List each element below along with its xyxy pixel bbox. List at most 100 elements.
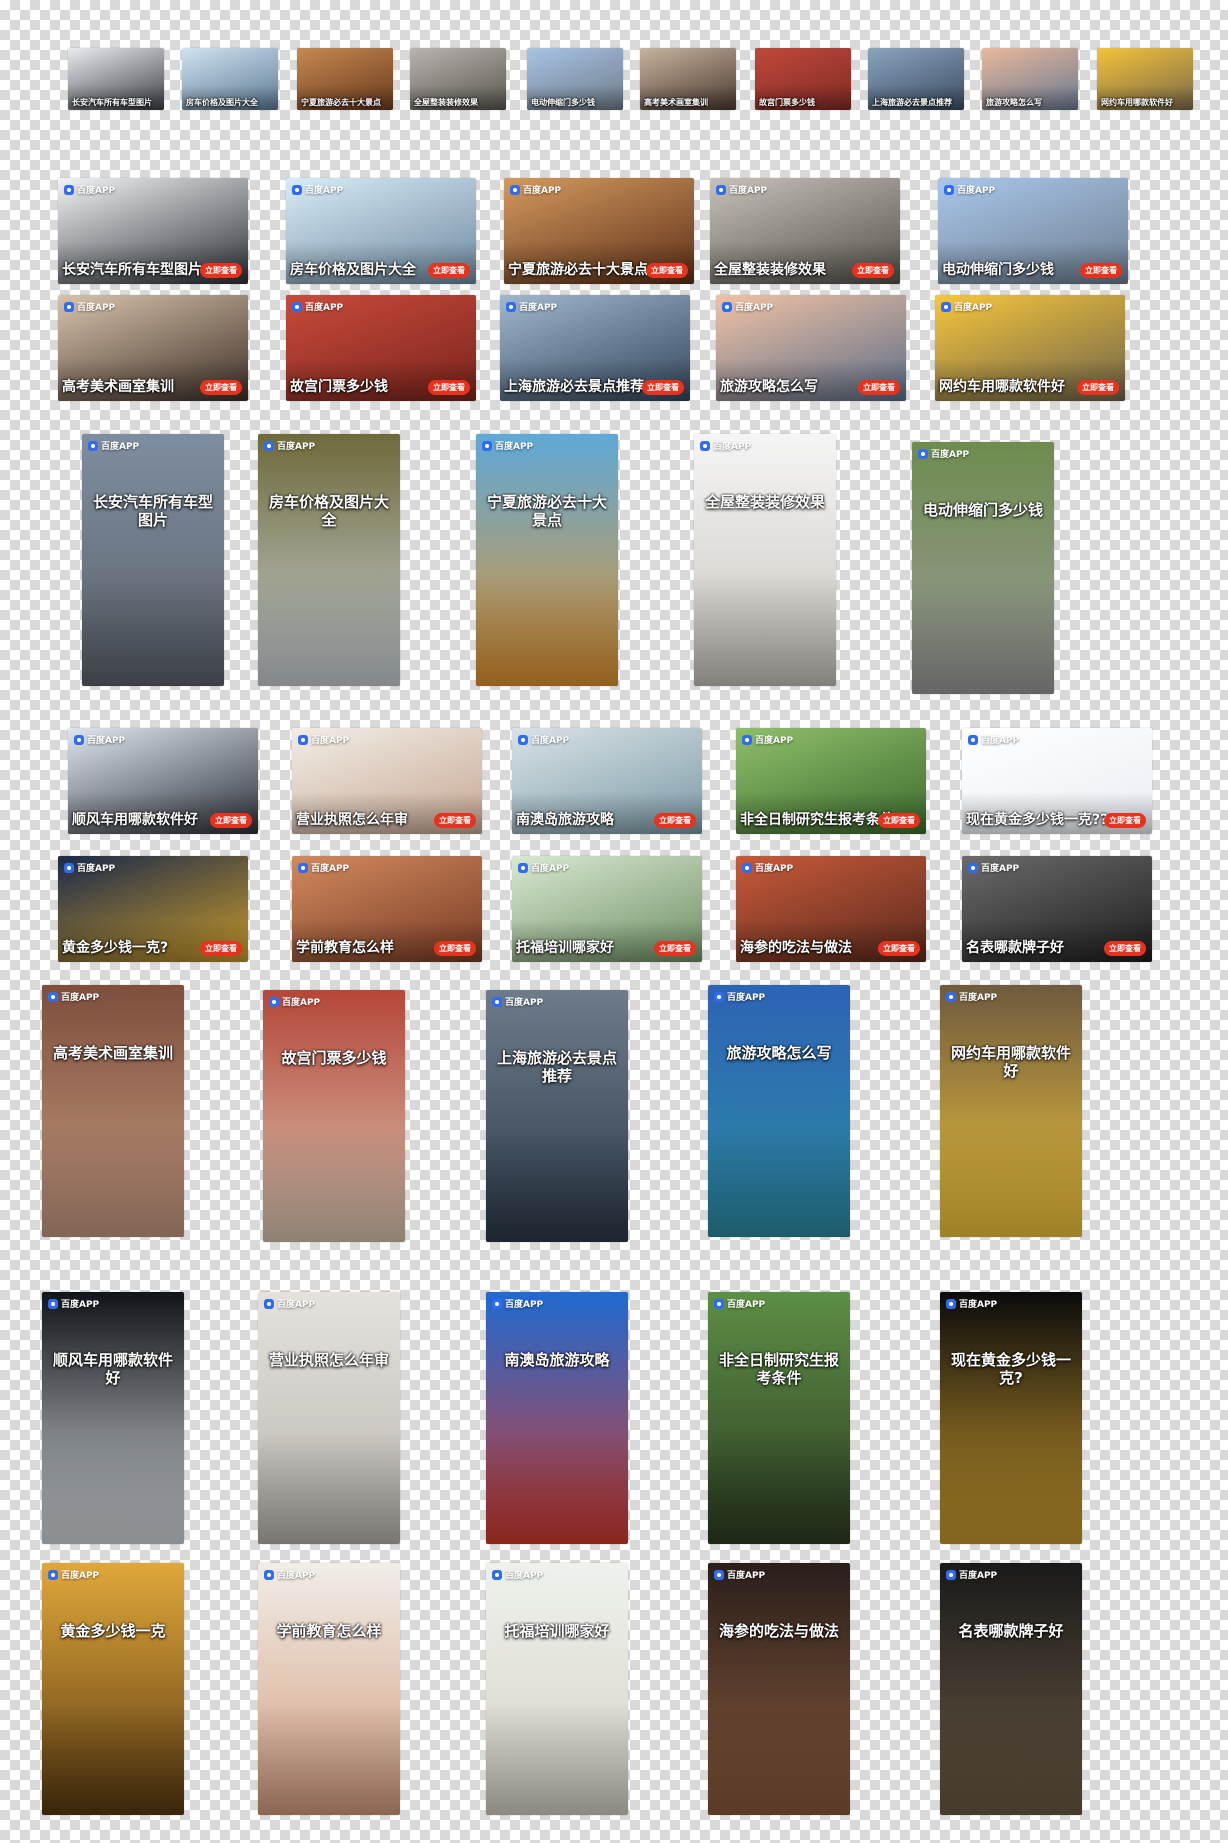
baidu-paw-icon (968, 862, 978, 873)
brand-label: 百度APP (61, 1300, 100, 1310)
baidu-app-badge: 百度APP (298, 733, 349, 746)
ad-thumbnail[interactable]: 百度APP非全日制研究生报考条件立即查看 (708, 1292, 850, 1544)
brand-label: 百度APP (713, 442, 752, 452)
ad-thumbnail[interactable]: 百度APP海参的吃法与做法立即查看 (736, 856, 926, 962)
view-now-button[interactable]: 立即查看 (200, 380, 242, 395)
ad-thumbnail[interactable]: 百度APP上海旅游必去景点推荐立即查看 (868, 48, 964, 110)
ad-headline: 高考美术画室集训 (52, 1044, 173, 1063)
brand-label: 百度APP (305, 303, 344, 313)
ad-thumbnail[interactable]: 百度APP高考美术画室集训立即查看 (640, 48, 736, 110)
baidu-app-badge: 百度APP (64, 300, 115, 313)
ad-thumbnail[interactable]: 百度APP长安汽车所有车型图片立即查看 (58, 178, 248, 284)
ad-thumbnail[interactable]: 百度APP网约车用哪款软件好立即查看 (1097, 48, 1193, 110)
ad-thumbnail[interactable]: 百度APP房车价格及图片大全立即查看 (258, 434, 400, 686)
ad-thumbnail[interactable]: 百度APP顺风车用哪款软件好立即查看 (42, 1292, 184, 1544)
ad-thumbnail[interactable]: 百度APP营业执照怎么年审立即查看 (292, 728, 482, 834)
view-now-button[interactable]: 立即查看 (428, 263, 470, 278)
ad-thumbnail[interactable]: 百度APP海参的吃法与做法立即查看 (708, 1563, 850, 1815)
view-now-button[interactable]: 立即查看 (654, 941, 696, 956)
view-now-button[interactable]: 立即查看 (654, 813, 696, 828)
photo-shade (940, 1701, 1082, 1815)
ad-thumbnail[interactable]: 百度APP故宫门票多少钱立即查看 (755, 48, 851, 110)
ad-thumbnail[interactable]: 百度APP高考美术画室集训立即查看 (58, 295, 248, 401)
ad-thumbnail[interactable]: 百度APP高考美术画室集训立即查看 (42, 985, 184, 1237)
ad-thumbnail[interactable]: 百度APP上海旅游必去景点推荐立即查看 (500, 295, 690, 401)
photo-shade (263, 1128, 405, 1242)
ad-thumbnail[interactable]: 百度APP电动伸缩门多少钱立即查看 (912, 442, 1054, 694)
view-now-button[interactable]: 立即查看 (646, 263, 688, 278)
view-now-button[interactable]: 立即查看 (1104, 813, 1146, 828)
baidu-paw-icon (506, 301, 516, 312)
ad-thumbnail[interactable]: 百度APP 黄金多少钱一克? 立即查看 (58, 856, 248, 962)
ad-headline: 营业执照怎么年审 (268, 1351, 389, 1370)
ad-thumbnail[interactable]: 百度APP顺风车用哪款软件好立即查看 (68, 728, 258, 834)
view-now-button[interactable]: 立即查看 (1077, 380, 1119, 395)
ad-thumbnail[interactable]: 百度APP 现在黄金多少钱一克?? 立即查看 (962, 728, 1152, 834)
view-now-button[interactable]: 立即查看 (200, 263, 242, 278)
ad-thumbnail[interactable]: 百度APP网约车用哪款软件好立即查看 (940, 985, 1082, 1237)
view-now-button[interactable]: 立即查看 (434, 941, 476, 956)
ad-thumbnail[interactable]: 百度APP非全日制研究生报考条件立即查看 (736, 728, 926, 834)
photo-shade (258, 1430, 400, 1544)
ad-headline: 旅游攻略怎么写 (986, 97, 1042, 107)
ad-thumbnail[interactable]: 百度APP现在黄金多少钱一克?立即查看 (940, 1292, 1082, 1544)
view-now-button[interactable]: 立即查看 (858, 380, 900, 395)
baidu-app-badge: 百度APP (298, 861, 349, 874)
ad-thumbnail[interactable]: 百度APP故宫门票多少钱立即查看 (263, 990, 405, 1242)
ad-thumbnail[interactable]: 百度APP全屋整装装修效果立即查看 (410, 48, 506, 110)
view-now-button[interactable]: 立即查看 (200, 941, 242, 956)
ad-thumbnail[interactable]: 百度APP长安汽车所有车型图片立即查看 (82, 434, 224, 686)
ad-thumbnail[interactable]: 百度APP托福培训哪家好立即查看 (486, 1563, 628, 1815)
brand-label: 百度APP (981, 736, 1020, 746)
ad-thumbnail[interactable]: 百度APP宁夏旅游必去十大景点立即查看 (476, 434, 618, 686)
ad-thumbnail[interactable]: 百度APP上海旅游必去景点推荐立即查看 (486, 990, 628, 1242)
ad-thumbnail[interactable]: 百度APP电动伸缩门多少钱立即查看 (938, 178, 1128, 284)
view-now-button[interactable]: 立即查看 (210, 813, 252, 828)
view-now-button[interactable]: 立即查看 (1104, 941, 1146, 956)
ad-thumbnail[interactable]: 百度APP全屋整装装修效果立即查看 (710, 178, 900, 284)
ad-thumbnail[interactable]: 百度APP故宫门票多少钱立即查看 (286, 295, 476, 401)
ad-thumbnail[interactable]: 百度APP宁夏旅游必去十大景点立即查看 (504, 178, 694, 284)
baidu-paw-icon (742, 734, 752, 745)
ad-thumbnail[interactable]: 百度APP旅游攻略怎么写立即查看 (716, 295, 906, 401)
ad-thumbnail[interactable]: 百度APP网约车用哪款软件好立即查看 (935, 295, 1125, 401)
baidu-paw-icon (48, 991, 58, 1002)
ad-thumbnail[interactable]: 百度APP南澳岛旅游攻略立即查看 (512, 728, 702, 834)
photo-shade (940, 1123, 1082, 1237)
ad-thumbnail[interactable]: 百度APP黄金多少钱一克立即查看 (42, 1563, 184, 1815)
ad-thumbnail[interactable]: 百度APP名表哪款牌子好立即查看 (962, 856, 1152, 962)
ad-thumbnail[interactable]: 百度APP旅游攻略怎么写立即查看 (708, 985, 850, 1237)
view-now-button[interactable]: 立即查看 (1080, 263, 1122, 278)
view-now-button[interactable]: 立即查看 (852, 263, 894, 278)
ad-thumbnail[interactable]: 百度APP电动伸缩门多少钱立即查看 (527, 48, 623, 110)
ad-headline: 故宫门票多少钱 (759, 97, 815, 107)
baidu-paw-icon (88, 440, 98, 451)
baidu-paw-icon (722, 301, 732, 312)
ad-thumbnail[interactable]: 百度APP房车价格及图片大全立即查看 (286, 178, 476, 284)
baidu-paw-icon (700, 440, 710, 451)
view-now-button[interactable]: 立即查看 (428, 380, 470, 395)
ad-thumbnail[interactable]: 百度APP南澳岛旅游攻略立即查看 (486, 1292, 628, 1544)
view-now-button[interactable]: 立即查看 (878, 813, 920, 828)
ad-thumbnail[interactable]: 百度APP名表哪款牌子好立即查看 (940, 1563, 1082, 1815)
ad-thumbnail[interactable]: 百度APP长安汽车所有车型图片立即查看 (68, 48, 164, 110)
view-now-button[interactable]: 立即查看 (434, 813, 476, 828)
baidu-app-badge: 百度APP (264, 1568, 315, 1581)
ad-thumbnail[interactable]: 百度APP营业执照怎么年审立即查看 (258, 1292, 400, 1544)
view-now-button[interactable]: 立即查看 (642, 380, 684, 395)
ad-thumbnail[interactable]: 百度APP房车价格及图片大全立即查看 (182, 48, 278, 110)
baidu-app-badge: 百度APP (48, 1568, 99, 1581)
ad-thumbnail[interactable]: 百度APP旅游攻略怎么写立即查看 (982, 48, 1078, 110)
ad-thumbnail[interactable]: 百度APP宁夏旅游必去十大景点立即查看 (297, 48, 393, 110)
ad-thumbnail[interactable]: 百度APP学前教育怎么样立即查看 (258, 1563, 400, 1815)
baidu-app-badge: 百度APP (48, 990, 99, 1003)
ad-thumbnail[interactable]: 百度APP学前教育怎么样立即查看 (292, 856, 482, 962)
baidu-app-badge: 百度APP (714, 1568, 765, 1581)
ad-thumbnail[interactable]: 百度APP托福培训哪家好立即查看 (512, 856, 702, 962)
photo-shade (42, 1430, 184, 1544)
view-now-button[interactable]: 立即查看 (878, 941, 920, 956)
brand-label: 百度APP (305, 186, 344, 196)
baidu-app-badge: 百度APP (742, 861, 793, 874)
photo-shade (708, 1123, 850, 1237)
ad-thumbnail[interactable]: 百度APP全屋整装装修效果立即查看 (694, 434, 836, 686)
